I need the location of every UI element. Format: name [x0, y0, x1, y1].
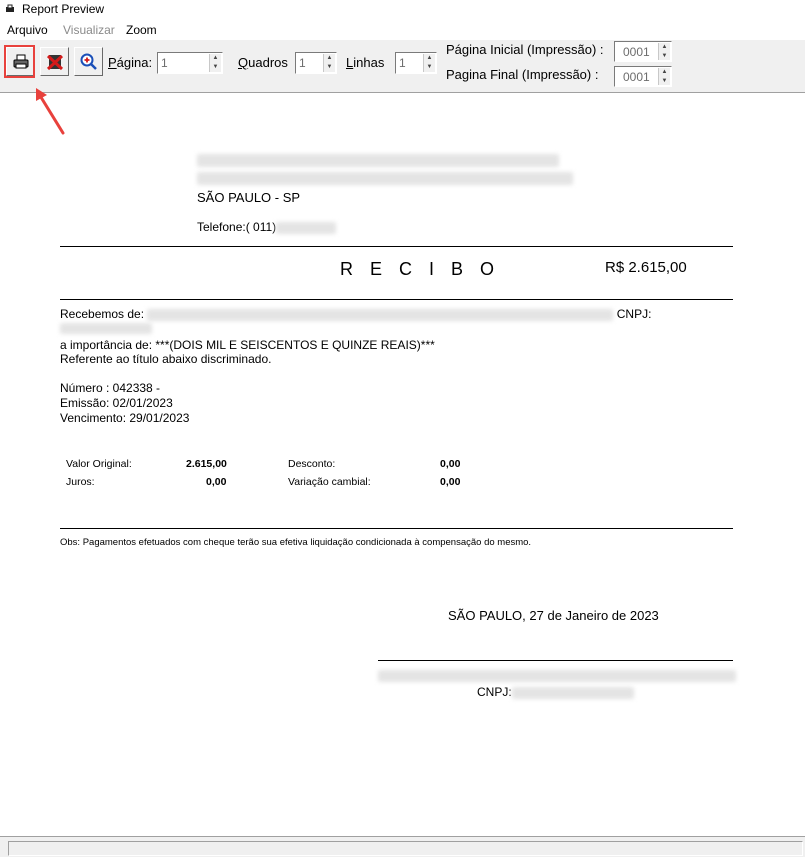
- importancia: a importância de: ***(DOIS MIL E SEISCEN…: [60, 338, 435, 352]
- pagina-final-value: 0001: [623, 70, 650, 84]
- status-panel: [8, 841, 803, 856]
- quadros-spinner-arrows[interactable]: ▲ ▼: [323, 54, 335, 72]
- spin-up-icon[interactable]: ▲: [324, 54, 335, 63]
- annotation-arrow-icon: [36, 88, 65, 135]
- magnifier-zoom-icon: [80, 53, 97, 70]
- print-button-highlight: [4, 45, 35, 78]
- signer-cnpj: CNPJ:: [477, 685, 634, 699]
- desconto-label: Desconto:: [288, 458, 336, 470]
- app-icon: [6, 4, 14, 12]
- cnpj-redacted: [60, 321, 152, 335]
- variacao-label: Variação cambial:: [288, 476, 371, 488]
- quadros-spinner[interactable]: 1 ▲ ▼: [295, 52, 337, 74]
- menu-bar: Arquivo Visualizar Zoom: [0, 20, 805, 39]
- linhas-value: 1: [399, 56, 406, 70]
- close-report-icon: [46, 54, 64, 71]
- spin-up-icon[interactable]: ▲: [424, 54, 435, 63]
- desconto-value: 0,00: [440, 458, 461, 470]
- vencimento: Vencimento: 29/01/2023: [60, 411, 190, 425]
- linhas-label: Linhas: [346, 55, 385, 70]
- recebemos-line: Recebemos de: CNPJ:: [60, 307, 652, 321]
- window-title: Report Preview: [22, 2, 105, 16]
- spin-down-icon[interactable]: ▼: [659, 52, 670, 61]
- city-state: SÃO PAULO - SP: [197, 190, 301, 205]
- divider-line: [60, 246, 733, 247]
- spin-down-icon[interactable]: ▼: [324, 63, 335, 72]
- variacao-value: 0,00: [440, 476, 461, 488]
- spin-up-icon[interactable]: ▲: [210, 54, 221, 63]
- spin-down-icon[interactable]: ▼: [210, 63, 221, 72]
- company-name-redacted: [197, 153, 559, 168]
- signature-line: [378, 660, 733, 661]
- valor-original-label: Valor Original:: [66, 458, 132, 470]
- referente: Referente ao título abaixo discriminado.: [60, 352, 272, 366]
- title-bar: Report Preview: [0, 0, 805, 20]
- telefone: Telefone:( 011): [197, 220, 337, 234]
- pagina-label: Página:: [108, 55, 153, 70]
- spin-down-icon[interactable]: ▼: [424, 63, 435, 72]
- pagina-inicial-arrows[interactable]: ▲ ▼: [658, 43, 670, 60]
- pagina-final-spinner[interactable]: 0001 ▲ ▼: [614, 66, 672, 87]
- close-preview-button[interactable]: [40, 47, 69, 76]
- signer-name-redacted: [378, 668, 736, 682]
- emissao: Emissão: 02/01/2023: [60, 396, 173, 410]
- spin-up-icon[interactable]: ▲: [659, 68, 670, 77]
- quadros-label: Quadros: [238, 55, 288, 70]
- date-line: SÃO PAULO, 27 de Janeiro de 2023: [448, 608, 659, 623]
- menu-arquivo[interactable]: Arquivo: [7, 23, 48, 37]
- linhas-spinner[interactable]: 1 ▲ ▼: [395, 52, 437, 74]
- company-address-redacted: [197, 171, 573, 186]
- linhas-spinner-arrows[interactable]: ▲ ▼: [423, 54, 435, 72]
- menu-zoom[interactable]: Zoom: [126, 23, 157, 37]
- pagina-spinner-arrows[interactable]: ▲ ▼: [209, 54, 221, 72]
- zoom-button[interactable]: [74, 47, 103, 76]
- pagina-final-label: Pagina Final (Impressão) :: [446, 67, 599, 82]
- status-bar: [0, 836, 805, 857]
- quadros-value: 1: [299, 56, 306, 70]
- juros-label: Juros:: [66, 476, 95, 488]
- spin-up-icon[interactable]: ▲: [659, 43, 670, 52]
- divider-line: [60, 299, 733, 300]
- menu-visualizar[interactable]: Visualizar: [63, 23, 115, 37]
- receipt-amount: R$ 2.615,00: [605, 259, 687, 276]
- spin-down-icon[interactable]: ▼: [659, 77, 670, 86]
- juros-value: 0,00: [206, 476, 227, 488]
- receipt-title: R E C I B O: [340, 259, 501, 279]
- pagina-value: 1: [161, 56, 168, 70]
- pagina-inicial-value: 0001: [623, 45, 650, 59]
- valor-original-value: 2.615,00: [186, 458, 227, 470]
- pagina-inicial-label: Página Inicial (Impressão) :: [446, 42, 604, 57]
- numero: Número : 042338 -: [60, 381, 161, 395]
- obs-note: Obs: Pagamentos efetuados com cheque ter…: [60, 537, 532, 548]
- pagina-final-arrows[interactable]: ▲ ▼: [658, 68, 670, 85]
- divider-line: [60, 528, 733, 529]
- pagina-inicial-spinner[interactable]: 0001 ▲ ▼: [614, 41, 672, 62]
- pagina-spinner[interactable]: 1 ▲ ▼: [157, 52, 223, 74]
